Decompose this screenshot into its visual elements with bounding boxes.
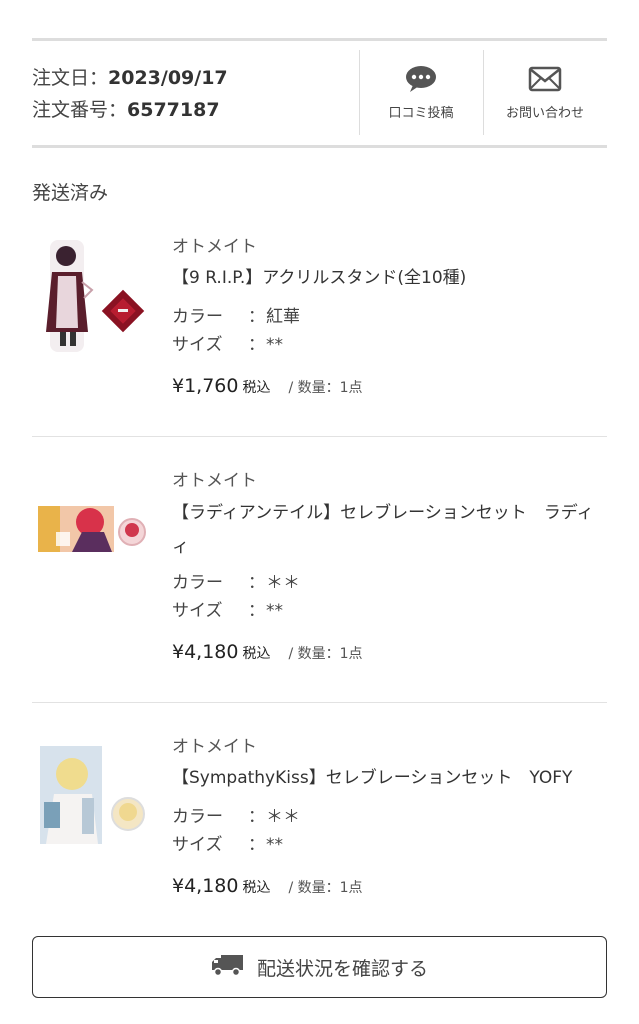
- product-name-text: 【ラディアンテイル】セレブレーションセット ラディ: [172, 503, 594, 523]
- colon: ：: [248, 601, 265, 621]
- product-price: ¥4,180 税込 / 数量：1点: [172, 875, 363, 897]
- color-value: 紅華: [266, 307, 300, 327]
- color-value: ＊＊: [266, 807, 300, 827]
- product-name-wrap: ィ: [172, 537, 189, 557]
- speech-bubble-icon: [404, 64, 438, 94]
- order-info: 注文日：2023/09/17 注文番号：6577187: [32, 62, 228, 126]
- color-key: カラー: [172, 307, 223, 327]
- product-name[interactable]: 【ラディアンテイル】セレブレーションセット ラディィ: [172, 496, 607, 564]
- product-size: サイズ ：**: [172, 830, 283, 855]
- product-color: カラー ：＊＊: [172, 568, 300, 593]
- size-value: **: [266, 335, 283, 355]
- shop-name: オトメイト: [172, 471, 257, 491]
- quantity: / 数量：1点: [288, 646, 363, 662]
- size-key: サイズ: [172, 835, 223, 855]
- colon: ：: [248, 835, 265, 855]
- order-number: 注文番号：6577187: [32, 94, 228, 126]
- header-divider: [32, 145, 607, 148]
- product-color: カラー ：紅華: [172, 302, 300, 327]
- contact-button-label: お問い合わせ: [505, 106, 584, 121]
- item-divider: [32, 436, 607, 437]
- item-divider: [32, 702, 607, 703]
- product-size: サイズ ：**: [172, 596, 283, 621]
- product-color: カラー ：＊＊: [172, 802, 300, 827]
- review-button[interactable]: 口コミ投稿: [360, 50, 482, 135]
- product-image[interactable]: [32, 732, 157, 857]
- shop-name: オトメイト: [172, 737, 257, 757]
- order-number-value: 6577187: [127, 99, 220, 121]
- size-value: **: [266, 835, 283, 855]
- envelope-icon: [528, 64, 562, 94]
- price-value: ¥4,180: [172, 641, 239, 663]
- order-date-label: 注文日：: [32, 67, 109, 89]
- check-shipping-button[interactable]: 配送状況を確認する: [32, 936, 607, 998]
- color-key: カラー: [172, 807, 223, 827]
- product-name[interactable]: 【9 R.I.P.】アクリルスタンド(全10種): [172, 261, 607, 295]
- quantity: / 数量：1点: [288, 380, 363, 396]
- colon: ：: [248, 307, 265, 327]
- top-divider: [32, 38, 607, 41]
- order-date: 注文日：2023/09/17: [32, 62, 228, 94]
- color-value: ＊＊: [266, 573, 300, 593]
- order-item: オトメイト 【SympathyKiss】セレブレーションセット YOFY カラー…: [32, 732, 607, 922]
- size-key: サイズ: [172, 335, 223, 355]
- check-shipping-label: 配送状況を確認する: [256, 957, 428, 980]
- tax-label: 税込: [242, 880, 271, 896]
- color-key: カラー: [172, 573, 223, 593]
- product-image[interactable]: [32, 466, 157, 591]
- shipped-section-title: 発送済み: [32, 182, 109, 204]
- price-value: ¥4,180: [172, 875, 239, 897]
- product-price: ¥1,760 税込 / 数量：1点: [172, 375, 363, 397]
- size-key: サイズ: [172, 601, 223, 621]
- review-button-label: 口コミ投稿: [388, 106, 454, 121]
- product-price: ¥4,180 税込 / 数量：1点: [172, 641, 363, 663]
- order-date-value: 2023/09/17: [108, 67, 228, 89]
- order-item: オトメイト 【9 R.I.P.】アクリルスタンド(全10種) カラー ：紅華 サイ…: [32, 232, 607, 432]
- tax-label: 税込: [242, 646, 271, 662]
- shop-name: オトメイト: [172, 237, 257, 257]
- quantity: / 数量：1点: [288, 880, 363, 896]
- truck-icon: [211, 953, 245, 981]
- order-number-label: 注文番号：: [32, 99, 128, 121]
- product-size: サイズ ：**: [172, 330, 283, 355]
- colon: ：: [248, 335, 265, 355]
- order-detail-page: 注文日：2023/09/17 注文番号：6577187 口コミ投稿 お問い合わせ…: [0, 0, 639, 1024]
- product-name[interactable]: 【SympathyKiss】セレブレーションセット YOFY: [172, 761, 607, 795]
- size-value: **: [266, 601, 283, 621]
- colon: ：: [248, 807, 265, 827]
- order-item: オトメイト 【ラディアンテイル】セレブレーションセット ラディィ カラー ：＊＊ …: [32, 466, 607, 686]
- price-value: ¥1,760: [172, 375, 239, 397]
- colon: ：: [248, 573, 265, 593]
- product-image[interactable]: [32, 232, 157, 357]
- tax-label: 税込: [242, 380, 271, 396]
- contact-button[interactable]: お問い合わせ: [484, 50, 606, 135]
